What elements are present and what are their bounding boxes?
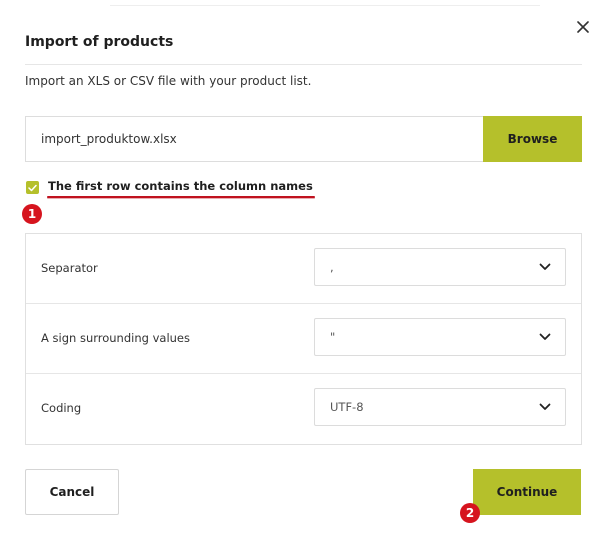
annotation-underline [47,196,315,198]
close-button[interactable] [572,16,594,38]
browse-button[interactable]: Browse [483,116,582,162]
file-name-text: import_produktow.xlsx [41,132,177,146]
coding-select[interactable]: UTF-8 [314,388,566,426]
import-products-dialog: Import of products Import an XLS or CSV … [0,0,603,539]
setting-label: A sign surrounding values [41,331,190,345]
first-row-header-label[interactable]: The first row contains the column names [48,179,313,193]
file-name-field[interactable]: import_produktow.xlsx [25,116,483,162]
chevron-down-icon [539,333,551,340]
header-divider [25,64,582,65]
cancel-button[interactable]: Cancel [25,469,119,515]
select-value: , [330,260,334,274]
top-edge-line [110,5,540,6]
checkmark-icon [28,184,37,191]
chevron-down-icon [539,403,551,410]
setting-label: Coding [41,401,82,415]
select-value: UTF-8 [330,400,364,414]
intro-text: Import an XLS or CSV file with your prod… [25,74,312,88]
select-value: " [330,330,336,344]
setting-row-surrounding-sign: A sign surrounding values " [26,304,581,374]
annotation-marker-2: 2 [460,503,480,523]
setting-row-coding: Coding UTF-8 [26,374,581,444]
dialog-title: Import of products [25,34,174,50]
continue-button[interactable]: Continue [473,469,581,515]
settings-panel: Separator , A sign surrounding values " … [25,233,582,445]
chevron-down-icon [539,263,551,270]
surrounding-sign-select[interactable]: " [314,318,566,356]
setting-label: Separator [41,261,98,275]
separator-select[interactable]: , [314,248,566,286]
first-row-header-checkbox[interactable] [26,181,39,194]
annotation-marker-1: 1 [22,204,42,224]
setting-row-separator: Separator , [26,234,581,304]
close-icon [577,21,589,33]
